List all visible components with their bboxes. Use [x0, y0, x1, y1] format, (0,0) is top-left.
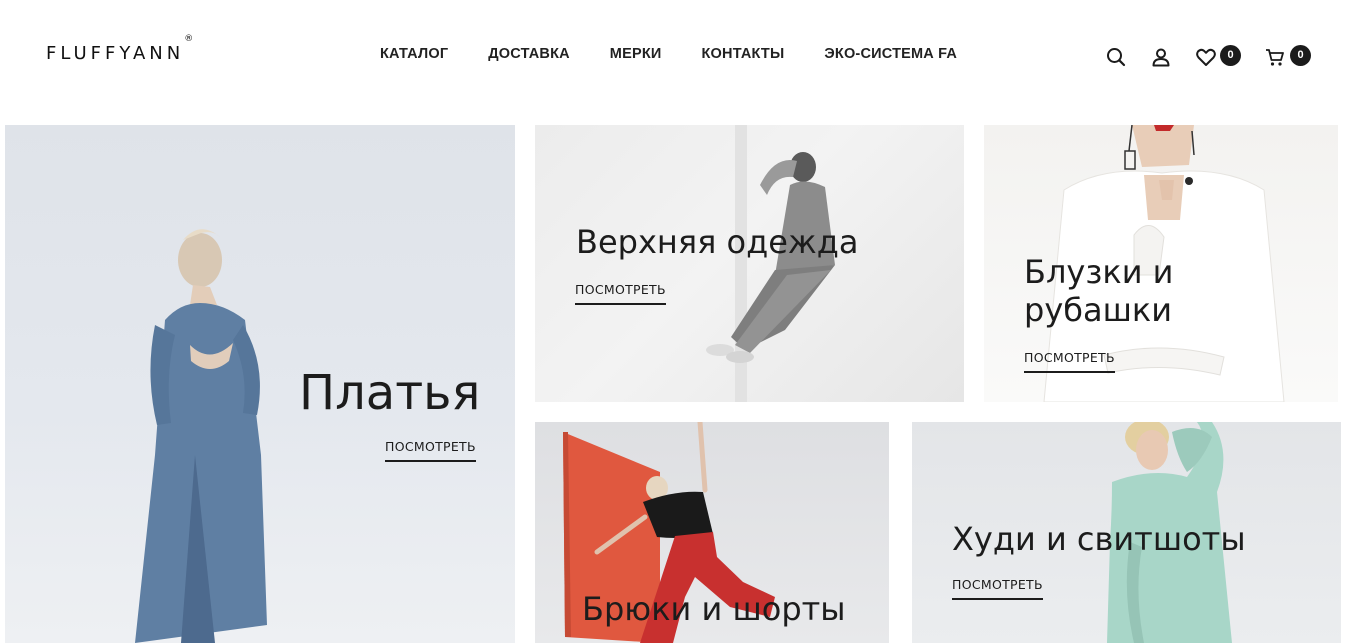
cart-count-badge: 0	[1290, 45, 1311, 66]
category-tile-hoodies[interactable]: Худи и свитшоты ПОСМОТРЕТЬ	[912, 422, 1341, 643]
view-outerwear-link[interactable]: ПОСМОТРЕТЬ	[575, 282, 666, 305]
wishlist-count-badge: 0	[1220, 45, 1241, 66]
category-tile-dresses[interactable]: Платья ПОСМОТРЕТЬ	[5, 125, 515, 643]
outerwear-model-image	[706, 125, 835, 402]
title-line-1: Блузки и	[1024, 253, 1174, 291]
category-tile-blouses[interactable]: Блузки и рубашки ПОСМОТРЕТЬ	[984, 125, 1338, 402]
search-icon[interactable]	[1105, 46, 1127, 68]
category-title: Платья	[299, 365, 481, 421]
view-blouses-link[interactable]: ПОСМОТРЕТЬ	[1024, 350, 1115, 373]
category-title: Брюки и шорты	[582, 590, 846, 628]
category-tile-pants[interactable]: Брюки и шорты	[535, 422, 889, 643]
category-title: Худи и свитшоты	[952, 520, 1246, 558]
header-actions: 0 0	[0, 42, 1348, 72]
view-dresses-link[interactable]: ПОСМОТРЕТЬ	[385, 439, 476, 462]
title-line-2: рубашки	[1024, 291, 1172, 330]
user-icon[interactable]	[1150, 46, 1172, 68]
heart-icon[interactable]	[1195, 46, 1217, 68]
site-header: FluffyAnn® КАТАЛОГ ДОСТАВКА МЕРКИ КОНТАК…	[0, 0, 1348, 110]
category-title: Верхняя одежда	[576, 223, 859, 261]
view-hoodies-link[interactable]: ПОСМОТРЕТЬ	[952, 577, 1043, 600]
cart-icon[interactable]	[1264, 46, 1286, 68]
category-tile-outerwear[interactable]: Верхняя одежда ПОСМОТРЕТЬ	[535, 125, 964, 402]
category-title: Блузки и рубашки	[1024, 253, 1173, 330]
